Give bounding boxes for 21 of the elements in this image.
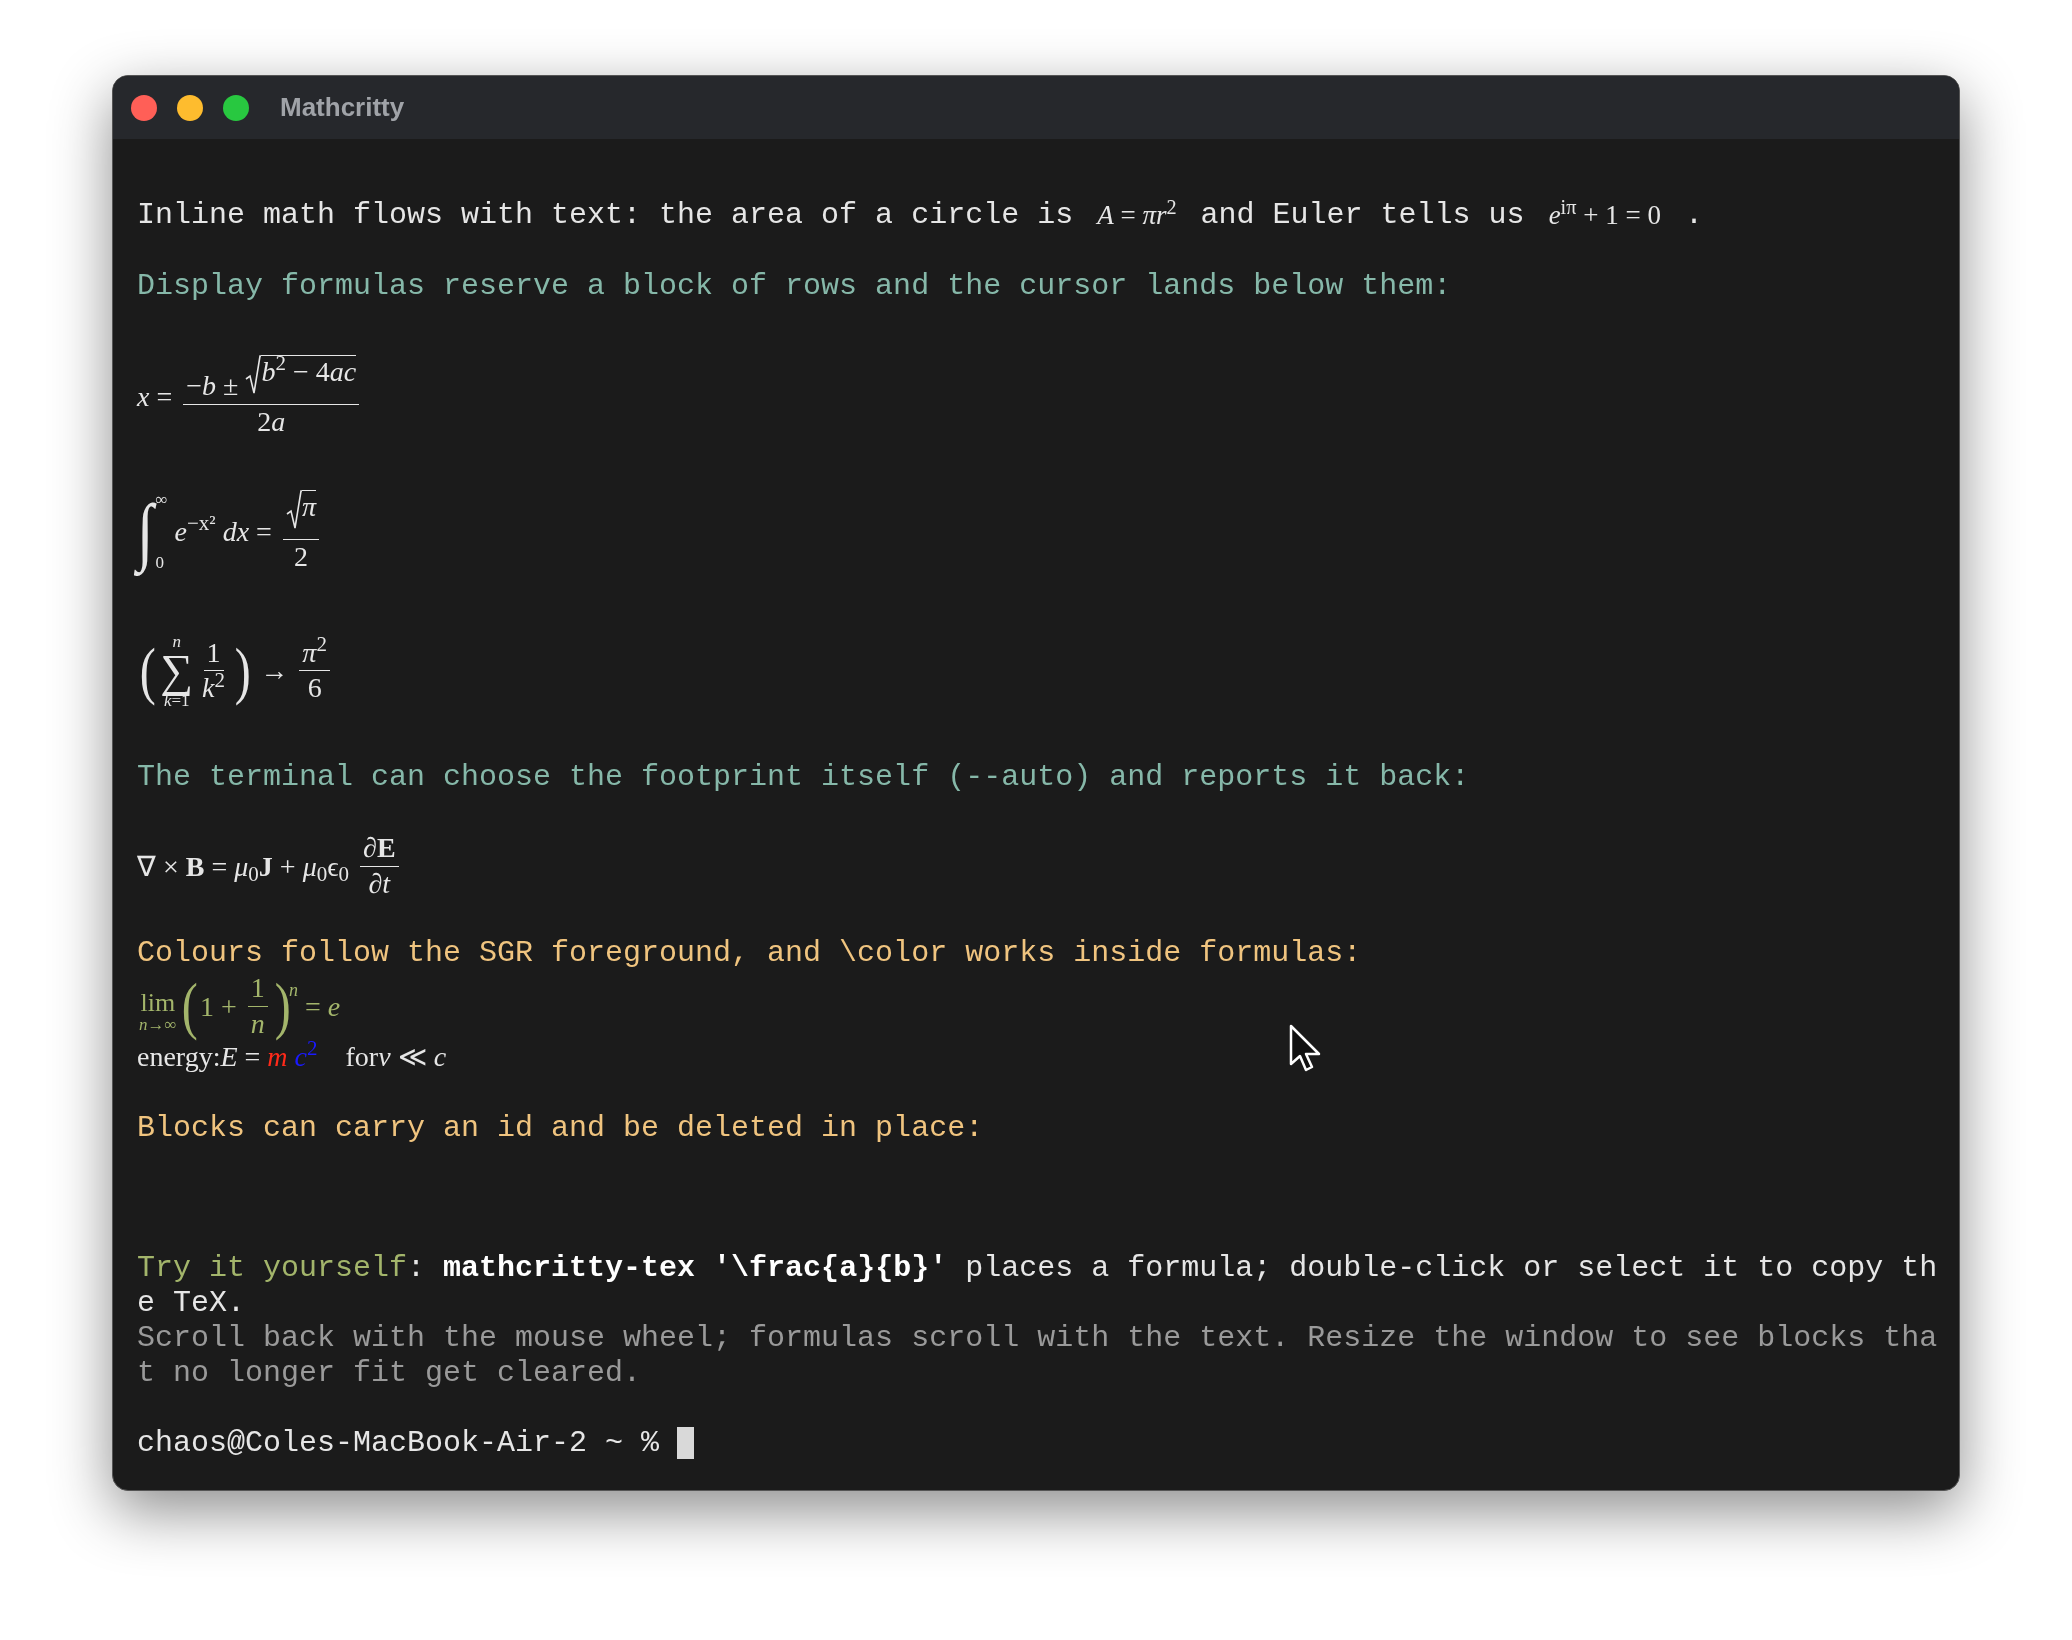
close-button[interactable] xyxy=(131,94,157,121)
window-title: Mathcritty xyxy=(280,91,405,124)
mouse-pointer-icon xyxy=(1289,1024,1323,1074)
terminal-text: Inline math flows with text: the area of a circle is xyxy=(137,198,1075,233)
terminal-text: The terminal can choose the footprint itself (--auto) and reports it back: xyxy=(137,759,1470,795)
math-formula: A = πr$^{2}$ xyxy=(1095,198,1178,232)
terminal-text: and Euler tells us xyxy=(1199,198,1526,233)
terminal-text: Display formulas reserve a block of rows and the cursor lands below them: xyxy=(137,268,1452,304)
zoom-button[interactable] xyxy=(223,94,249,121)
shell-prompt: chaos@Coles-MacBook-Air-2 ~ % xyxy=(137,1425,661,1461)
terminal-text: Colours follow the SGR foreground, and \color works inside formulas: xyxy=(137,935,1362,971)
square-root-sign xyxy=(285,489,302,530)
math-formula: x = −b ± b$^{2}$ − 4ac 2a xyxy=(137,354,364,438)
math-formula: e$^{iπ}$ + 1 = 0 xyxy=(1547,198,1662,232)
terminal-text: Scroll back with the mouse wheel; formulas scroll with the text. Resize the window to see blocks that no longer fit get cleared. xyxy=(137,1320,1939,1391)
square-root-sign xyxy=(245,354,262,395)
terminal-text: Try it yourself: mathcritty-tex '\frac{a}{b}' places a formula; double-click or select it to copy the TeX. xyxy=(137,1250,1939,1321)
minimize-button[interactable] xyxy=(177,94,203,121)
math-formula: ∇ × B = μ$_{0}$J + μ$_{0}$ϵ$_{0}$ ∂E ∂t xyxy=(137,832,403,900)
terminal-text: . xyxy=(1683,198,1703,233)
terminal-text: Blocks can carry an id and be deleted in place: xyxy=(137,1110,984,1146)
